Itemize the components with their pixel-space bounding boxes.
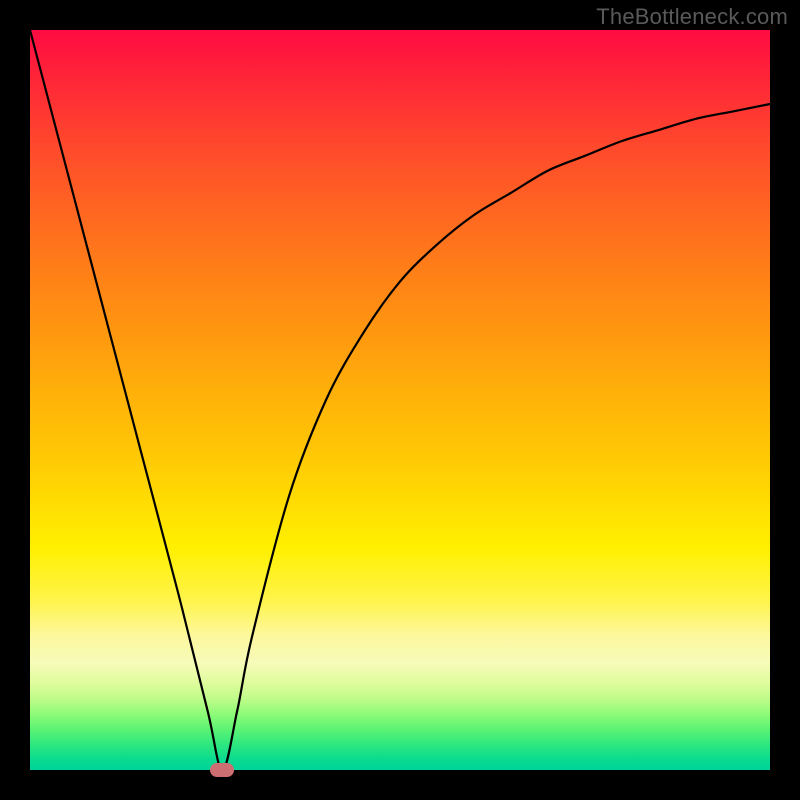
chart-frame: TheBottleneck.com — [0, 0, 800, 800]
curve-path — [30, 30, 770, 770]
plot-area — [30, 30, 770, 770]
minimum-marker — [210, 763, 234, 777]
bottleneck-curve — [30, 30, 770, 770]
watermark-text: TheBottleneck.com — [596, 4, 788, 30]
